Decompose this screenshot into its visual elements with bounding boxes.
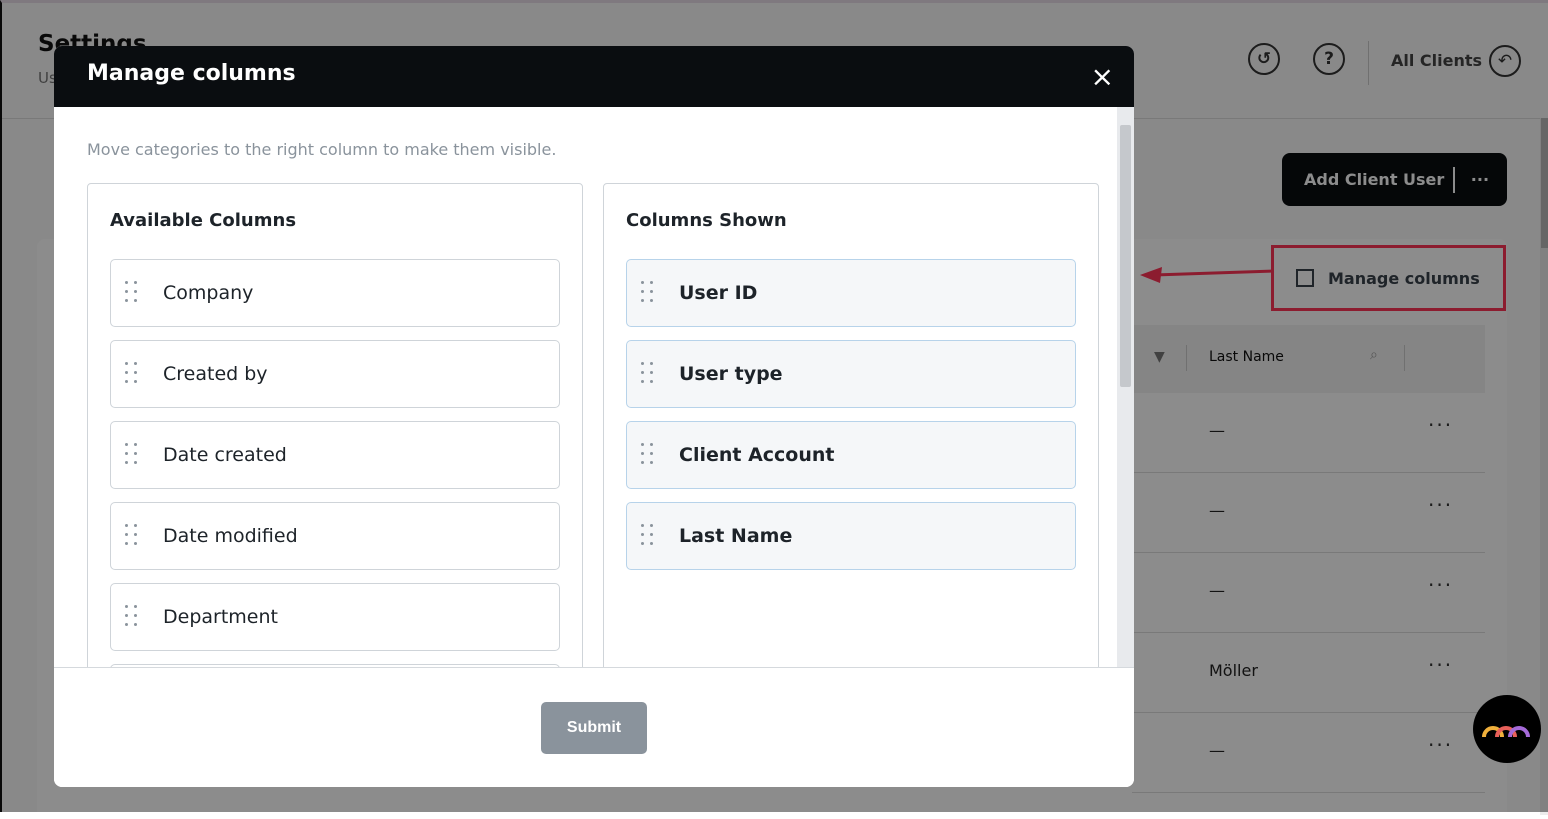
rainbow-logo-icon	[1482, 726, 1530, 738]
shown-column-item[interactable]: Client Account	[626, 421, 1076, 489]
dialog-body: Move categories to the right column to m…	[54, 107, 1134, 667]
available-column-item[interactable]: Date created	[110, 421, 560, 489]
drag-handle-icon[interactable]	[125, 281, 139, 305]
available-columns-panel: Available Columns Company Created by Dat…	[87, 183, 583, 667]
drag-handle-icon[interactable]	[125, 443, 139, 467]
drag-handle-icon[interactable]	[641, 362, 655, 386]
column-label: User ID	[679, 282, 758, 304]
close-icon[interactable]: ×	[1091, 60, 1114, 93]
drag-handle-icon[interactable]	[125, 362, 139, 386]
dialog-scrollbar[interactable]	[1117, 107, 1134, 667]
assistant-launcher-button[interactable]	[1473, 695, 1541, 763]
shown-column-item[interactable]: Last Name	[626, 502, 1076, 570]
column-label: Last Name	[679, 525, 793, 547]
columns-shown-title: Columns Shown	[626, 210, 787, 231]
column-label: Client Account	[679, 444, 835, 466]
column-label: Created by	[163, 363, 268, 385]
available-column-item[interactable]: Company	[110, 259, 560, 327]
drag-handle-icon[interactable]	[641, 524, 655, 548]
drag-handle-icon[interactable]	[125, 605, 139, 629]
available-column-item[interactable]: Created by	[110, 340, 560, 408]
manage-columns-dialog: Manage columns × Move categories to the …	[54, 46, 1134, 787]
drag-handle-icon[interactable]	[641, 443, 655, 467]
column-label: Date created	[163, 444, 287, 466]
column-label: Date modified	[163, 525, 298, 547]
column-label: User type	[679, 363, 783, 385]
dialog-title: Manage columns	[87, 61, 296, 86]
dialog-hint: Move categories to the right column to m…	[87, 140, 557, 159]
drag-handle-icon[interactable]	[125, 524, 139, 548]
column-label: Department	[163, 606, 278, 628]
columns-shown-panel: Columns Shown User ID User type Client A…	[603, 183, 1099, 667]
available-column-item[interactable]: Date modified	[110, 502, 560, 570]
available-columns-title: Available Columns	[110, 210, 297, 231]
available-column-item[interactable]: Department	[110, 583, 560, 651]
shown-column-item[interactable]: User type	[626, 340, 1076, 408]
dialog-footer: Submit	[54, 667, 1134, 787]
submit-button[interactable]: Submit	[541, 702, 647, 754]
column-label: Company	[163, 282, 254, 304]
shown-column-item[interactable]: User ID	[626, 259, 1076, 327]
drag-handle-icon[interactable]	[641, 281, 655, 305]
dialog-header: Manage columns ×	[54, 46, 1134, 107]
scrollbar-thumb[interactable]	[1120, 125, 1131, 387]
